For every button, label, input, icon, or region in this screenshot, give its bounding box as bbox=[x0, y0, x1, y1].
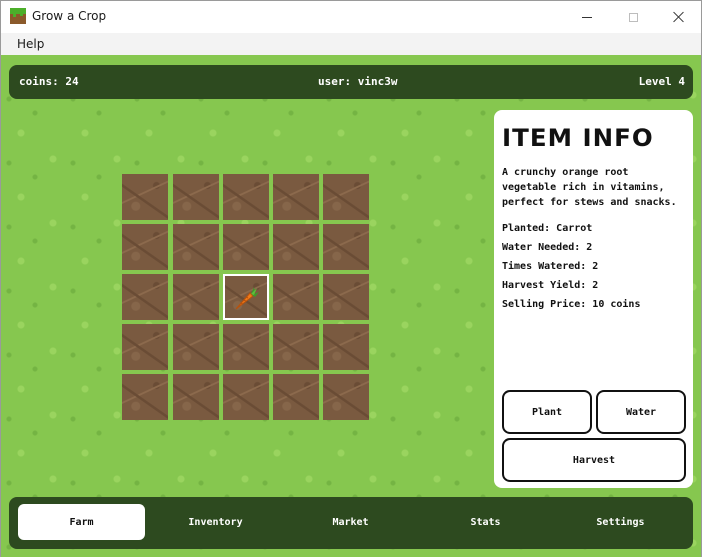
item-info-title: ITEM INFO bbox=[502, 124, 654, 152]
game-area: coins: 24 user: vinc3w Level 4 ITEM INFO… bbox=[1, 55, 701, 557]
farm-plot[interactable] bbox=[173, 174, 219, 220]
harvest-yield-line: Harvest Yield: 2 bbox=[502, 280, 599, 291]
farm-plot[interactable] bbox=[173, 324, 219, 370]
grass-block-icon bbox=[10, 8, 26, 24]
status-bar: coins: 24 user: vinc3w Level 4 bbox=[9, 65, 693, 99]
menu-item-help[interactable]: Help bbox=[17, 37, 44, 51]
app-window: Grow a Crop Help coins: 24 user: vinc3w … bbox=[0, 0, 702, 557]
coins-counter: coins: 24 bbox=[19, 75, 79, 88]
farm-plot[interactable] bbox=[122, 324, 168, 370]
title-bar: Grow a Crop bbox=[1, 1, 701, 33]
farm-plot[interactable] bbox=[223, 274, 269, 320]
window-title: Grow a Crop bbox=[32, 9, 107, 23]
farm-plot[interactable] bbox=[273, 224, 319, 270]
item-description: A crunchy orange root vegetable rich in … bbox=[502, 167, 677, 208]
farm-plot[interactable] bbox=[273, 174, 319, 220]
farm-plot[interactable] bbox=[273, 324, 319, 370]
water-needed-line: Water Needed: 2 bbox=[502, 242, 593, 253]
tab-inventory[interactable]: Inventory bbox=[152, 504, 279, 540]
farm-plot[interactable] bbox=[122, 274, 168, 320]
minimize-icon bbox=[582, 16, 592, 18]
selling-price-line: Selling Price: 10 coins bbox=[502, 299, 641, 310]
farm-plot[interactable] bbox=[122, 374, 168, 420]
farm-plot[interactable] bbox=[323, 274, 369, 320]
farm-plot[interactable] bbox=[173, 374, 219, 420]
close-button[interactable] bbox=[656, 1, 702, 33]
farm-plot[interactable] bbox=[173, 224, 219, 270]
bottom-nav: Farm Inventory Market Stats Settings bbox=[9, 497, 693, 549]
minimize-button[interactable] bbox=[564, 1, 610, 33]
farm-plot[interactable] bbox=[273, 274, 319, 320]
close-icon bbox=[673, 11, 685, 23]
tab-market[interactable]: Market bbox=[287, 504, 414, 540]
tab-stats[interactable]: Stats bbox=[422, 504, 549, 540]
farm-plot[interactable] bbox=[122, 174, 168, 220]
plant-button[interactable]: Plant bbox=[502, 390, 592, 434]
farm-plot[interactable] bbox=[223, 324, 269, 370]
menu-bar: Help bbox=[1, 33, 701, 55]
farm-plot[interactable] bbox=[323, 224, 369, 270]
maximize-icon bbox=[628, 12, 638, 22]
farm-plot[interactable] bbox=[173, 274, 219, 320]
water-button[interactable]: Water bbox=[596, 390, 686, 434]
tab-settings[interactable]: Settings bbox=[557, 504, 684, 540]
planted-line: Planted: Carrot bbox=[502, 223, 593, 234]
farm-plot[interactable] bbox=[223, 224, 269, 270]
maximize-button[interactable] bbox=[610, 1, 656, 33]
farm-plot[interactable] bbox=[273, 374, 319, 420]
farm-plot[interactable] bbox=[323, 374, 369, 420]
item-info-panel: ITEM INFO A crunchy orange root vegetabl… bbox=[494, 110, 693, 488]
tab-farm[interactable]: Farm bbox=[18, 504, 145, 540]
harvest-button[interactable]: Harvest bbox=[502, 438, 686, 482]
farm-plot[interactable] bbox=[323, 324, 369, 370]
farm-grid bbox=[122, 174, 374, 422]
farm-plot[interactable] bbox=[223, 174, 269, 220]
carrot-icon bbox=[231, 282, 261, 312]
level-label: Level 4 bbox=[638, 75, 685, 88]
farm-plot[interactable] bbox=[122, 224, 168, 270]
farm-plot[interactable] bbox=[323, 174, 369, 220]
user-label: user: vinc3w bbox=[318, 75, 398, 88]
times-watered-line: Times Watered: 2 bbox=[502, 261, 599, 272]
farm-plot[interactable] bbox=[223, 374, 269, 420]
